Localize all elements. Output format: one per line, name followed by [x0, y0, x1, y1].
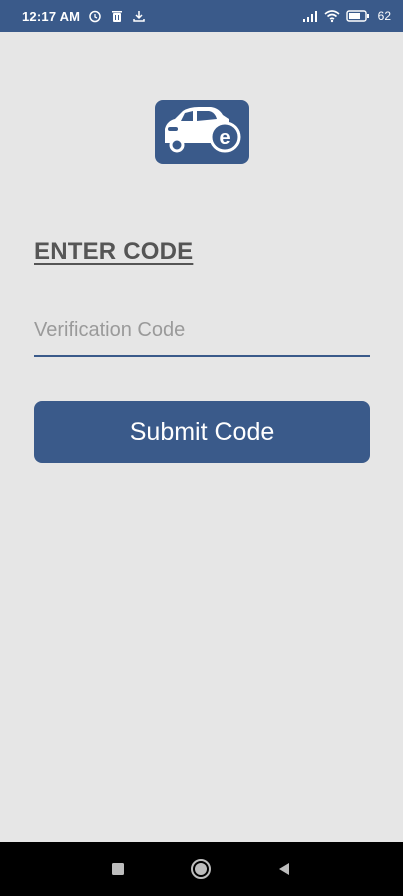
- recents-square-icon[interactable]: [106, 857, 130, 881]
- download-icon: [132, 9, 146, 23]
- alarm-icon: [88, 9, 102, 23]
- submit-code-button[interactable]: Submit Code: [34, 401, 370, 463]
- verification-code-input[interactable]: [34, 305, 370, 357]
- back-triangle-icon[interactable]: [272, 857, 296, 881]
- battery-percent: 62: [377, 9, 391, 23]
- battery-icon: [345, 9, 370, 23]
- status-left: 12:17 AM: [22, 9, 146, 24]
- signal-icon: [302, 9, 317, 23]
- app-logo: e: [155, 100, 249, 164]
- system-nav-bar: [0, 842, 403, 896]
- home-circle-icon[interactable]: [189, 857, 213, 881]
- logo-letter: e: [219, 127, 230, 149]
- page-title: ENTER CODE: [34, 238, 194, 265]
- status-time: 12:17 AM: [22, 8, 81, 24]
- status-right: 62: [302, 9, 391, 23]
- wifi-icon: [324, 9, 340, 23]
- status-bar: 12:17 AM 62: [0, 0, 403, 32]
- trash-icon: [110, 9, 124, 23]
- car-logo-icon: e: [165, 107, 241, 153]
